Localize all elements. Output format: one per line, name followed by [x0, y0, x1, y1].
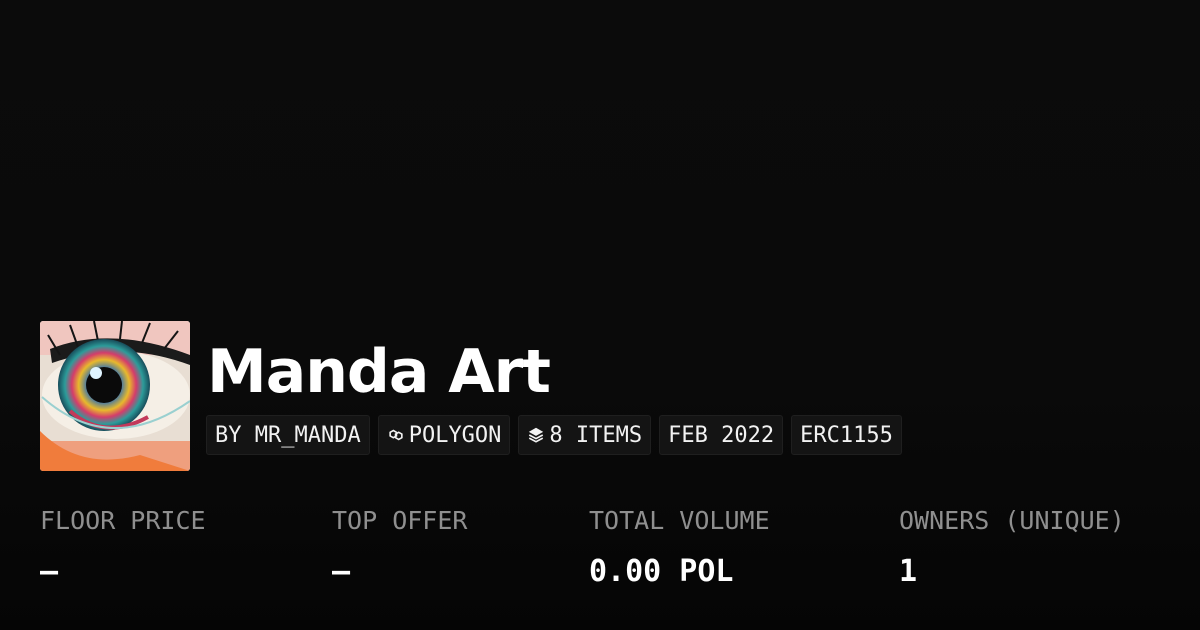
polygon-chain-icon: [387, 426, 405, 444]
date-badge: FEB 2022: [659, 415, 784, 455]
floor-price-value: –: [40, 554, 59, 589]
total-volume-value: 0.00 POL: [589, 554, 734, 589]
date-label: FEB 2022: [668, 422, 775, 448]
owners-value: 1: [899, 554, 918, 589]
collection-title: Manda Art: [207, 337, 551, 407]
collection-card: Manda Art BY MR_MANDA POLYGON 8 ITEMS FE…: [0, 0, 1200, 630]
creator-badge[interactable]: BY MR_MANDA: [206, 415, 370, 455]
items-label: 8 ITEMS: [549, 422, 643, 448]
chain-badge[interactable]: POLYGON: [377, 415, 511, 455]
creator-label: BY MR_MANDA: [215, 422, 361, 448]
standard-label: ERC1155: [800, 422, 893, 448]
top-offer-value: –: [332, 554, 351, 589]
total-volume-label: TOTAL VOLUME: [589, 506, 770, 535]
top-offer-label: TOP OFFER: [332, 506, 468, 535]
floor-price-label: FLOOR PRICE: [40, 506, 206, 535]
chain-label: POLYGON: [408, 422, 502, 448]
layers-icon: [527, 426, 545, 444]
standard-badge: ERC1155: [791, 415, 902, 455]
owners-label: OWNERS (UNIQUE): [899, 506, 1125, 535]
items-badge[interactable]: 8 ITEMS: [518, 415, 652, 455]
collection-avatar: [40, 321, 190, 471]
collection-badges: BY MR_MANDA POLYGON 8 ITEMS FEB 2022 ERC…: [206, 415, 902, 455]
